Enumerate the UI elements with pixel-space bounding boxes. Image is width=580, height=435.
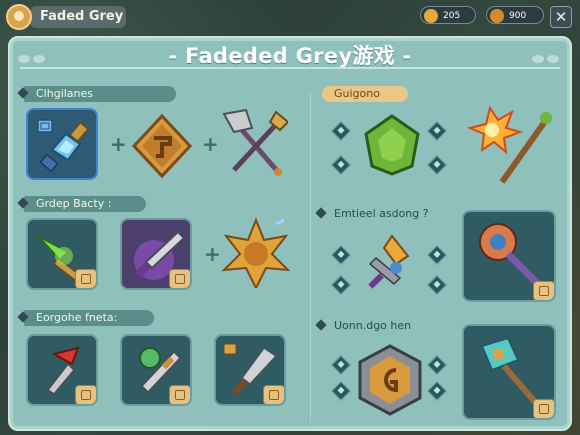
player-avatar[interactable] [6, 4, 32, 30]
recipe-node-icon [427, 121, 447, 141]
weapon-slot-steel-dagger[interactable] [214, 334, 286, 406]
bronze-shield-icon [358, 344, 422, 416]
recipe-node-icon [331, 155, 351, 175]
top-bar: Faded Grey 205 900 ✕ [0, 0, 580, 34]
weapon-slot-spiked-club[interactable] [462, 210, 556, 302]
weapon-slot-bronze-rune[interactable] [126, 110, 198, 182]
gold-amount: 205 [443, 11, 461, 21]
header-ornament-right [522, 48, 562, 63]
section-label-left-2: Grdep Bacty : [17, 196, 146, 212]
golden-mace-icon [368, 234, 410, 289]
recipe-node-icon [331, 121, 351, 141]
panel-title: - Fadeded Grey游戏 - [168, 44, 412, 68]
upgrade-badge-icon [533, 399, 554, 418]
weapon-slot-leaf-shield[interactable] [356, 108, 428, 180]
bronze-rune-icon [131, 113, 193, 179]
weapon-slot-gem-sword[interactable] [120, 334, 192, 406]
upgrade-badge-icon [169, 385, 190, 404]
panel-header: - Fadeded Grey游戏 - [10, 38, 570, 70]
weapon-slot-crystal-hammer[interactable] [26, 108, 98, 180]
game-title-pill[interactable]: Faded Grey [30, 6, 126, 28]
section-label-right-1: Guigono [322, 86, 408, 102]
upgrade-badge-icon [75, 385, 96, 404]
weapon-slot-arcane-blade[interactable] [120, 218, 192, 290]
gold-counter[interactable]: 205 [420, 6, 476, 24]
coin-counter[interactable]: 900 [486, 6, 544, 24]
section-label-right-3: Uonn.dgo hen [315, 318, 444, 334]
recipe-node-icon [331, 275, 351, 295]
weapon-slot-crystal-mace[interactable] [462, 324, 556, 420]
section-label-left-1: Clhgilanes [17, 86, 176, 102]
weapon-slot-fire-hammer[interactable] [466, 102, 556, 192]
weapon-slot-green-dagger[interactable] [26, 218, 98, 290]
weapon-slot-spiked-ball[interactable] [218, 216, 290, 288]
upgrade-badge-icon [533, 281, 554, 300]
section-label-left-3: Eorgohe fneta: [17, 310, 154, 326]
weapon-slot-red-dagger[interactable] [26, 334, 98, 406]
leaf-shield-icon [364, 114, 420, 176]
section-label-right-2: Emtieel asdong ? [315, 206, 462, 222]
main-panel: - Fadeded Grey游戏 - Clhgilanes + + Grdep … [8, 36, 572, 431]
spiked-ball-icon [221, 217, 290, 288]
header-divider [20, 67, 560, 69]
fire-hammer-icon [466, 105, 552, 184]
column-divider [310, 93, 311, 423]
crystal-hammer-icon [37, 119, 90, 173]
recipe-node-icon [331, 355, 351, 375]
recipe-node-icon [427, 381, 447, 401]
upgrade-badge-icon [169, 269, 190, 288]
coin-icon [490, 9, 504, 23]
recipe-node-icon [427, 355, 447, 375]
close-button[interactable]: ✕ [550, 6, 572, 28]
crossed-axes-icon [222, 108, 288, 176]
gold-icon [424, 9, 438, 23]
weapon-slot-bronze-shield[interactable] [350, 340, 430, 420]
recipe-node-icon [427, 155, 447, 175]
coin-amount: 900 [509, 11, 527, 21]
recipe-node-icon [427, 275, 447, 295]
weapon-slot-crossed-axes[interactable] [216, 104, 288, 176]
plus-icon: + [110, 132, 127, 156]
recipe-node-icon [331, 381, 351, 401]
recipe-node-icon [427, 245, 447, 265]
recipe-node-icon [331, 245, 351, 265]
upgrade-badge-icon [75, 269, 96, 288]
upgrade-badge-icon [263, 385, 284, 404]
weapon-slot-golden-mace[interactable] [356, 228, 428, 300]
